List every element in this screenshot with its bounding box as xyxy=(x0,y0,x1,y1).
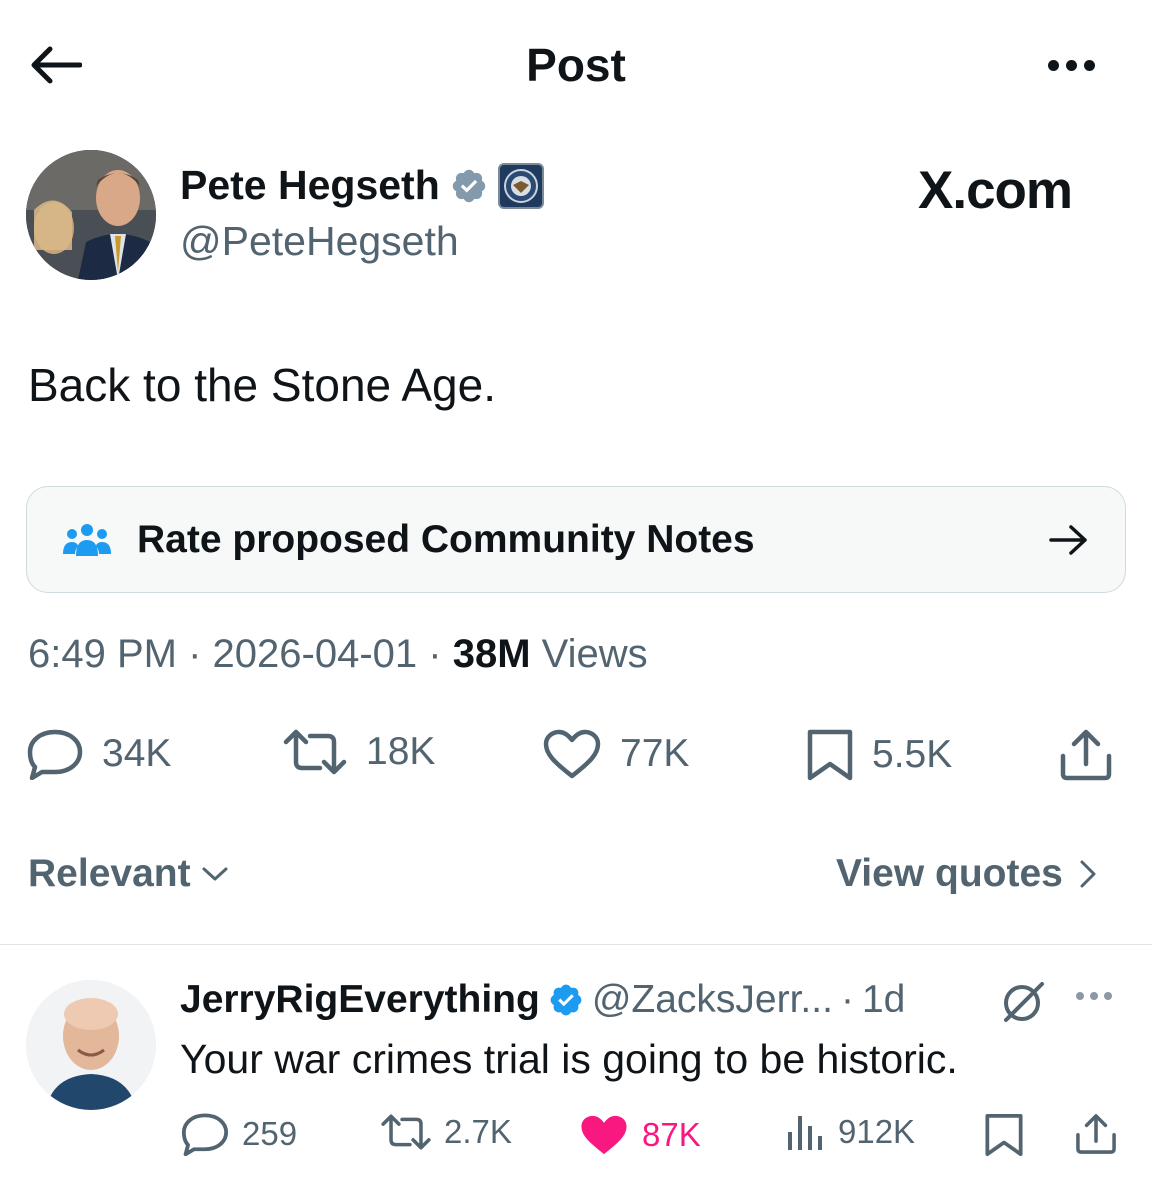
reply-like-count: 87K xyxy=(642,1116,701,1153)
like-count: 77K xyxy=(620,732,690,775)
view-quotes-label: View quotes xyxy=(836,852,1063,895)
reply-header: JerryRigEverything @ZacksJerr... · 1d xyxy=(180,978,906,1022)
sort-replies-dropdown[interactable]: Relevant xyxy=(28,852,229,896)
author-name-row: Pete Hegseth xyxy=(180,162,544,209)
reply-share-button[interactable] xyxy=(1074,1112,1118,1156)
reply-icon xyxy=(181,1113,229,1156)
bookmark-icon xyxy=(985,1113,1023,1157)
like-icon xyxy=(581,1115,627,1155)
grok-icon xyxy=(1004,982,1044,1022)
views-label: Views xyxy=(541,632,648,676)
author-name[interactable]: Pete Hegseth xyxy=(180,162,440,209)
bookmark-button[interactable]: 5.5K xyxy=(806,728,952,782)
post-text: Back to the Stone Age. xyxy=(28,359,496,411)
community-notes-button[interactable]: Rate proposed Community Notes xyxy=(26,486,1126,593)
view-quotes-link[interactable]: View quotes xyxy=(836,852,1097,896)
reply-icon xyxy=(27,729,83,780)
reply-button[interactable]: 34K xyxy=(26,728,171,780)
reply-author-name[interactable]: JerryRigEverything xyxy=(180,978,540,1022)
reply-avatar[interactable] xyxy=(26,980,156,1110)
post-meta: 6:49 PM · 2026-04-01 · 38M Views xyxy=(28,632,648,676)
like-button[interactable]: 77K xyxy=(542,728,689,780)
more-icon xyxy=(1047,59,1059,71)
verified-badge-icon xyxy=(550,984,582,1016)
reply-views-button[interactable]: 912K xyxy=(784,1112,915,1152)
repost-button[interactable]: 18K xyxy=(282,728,435,776)
bookmark-count: 5.5K xyxy=(872,733,953,776)
community-notes-label: Rate proposed Community Notes xyxy=(137,517,755,561)
like-icon xyxy=(543,729,601,779)
repost-icon xyxy=(283,729,347,775)
reply-reply-button[interactable]: 259 xyxy=(180,1112,297,1156)
page-title: Post xyxy=(526,39,626,91)
reply-views-count: 912K xyxy=(838,1113,916,1150)
repost-count: 18K xyxy=(366,730,436,773)
more-button[interactable] xyxy=(1036,50,1106,80)
post-date[interactable]: 2026-04-01 xyxy=(213,632,418,676)
reply-more-button[interactable] xyxy=(1076,992,1112,1000)
share-button[interactable] xyxy=(1058,728,1114,782)
chevron-right-icon xyxy=(1080,860,1096,888)
community-notes-icon xyxy=(63,523,111,556)
divider xyxy=(0,944,1152,945)
author-handle[interactable]: @PeteHegseth xyxy=(180,218,459,265)
reply-age[interactable]: 1d xyxy=(862,978,905,1022)
reply-author-handle[interactable]: @ZacksJerr... xyxy=(592,978,833,1022)
bookmark-icon xyxy=(807,729,853,781)
views-count: 38M xyxy=(452,632,531,676)
more-icon xyxy=(1076,992,1084,1000)
share-icon xyxy=(1076,1114,1116,1154)
verified-badge-icon xyxy=(452,169,485,202)
reply-bookmark-button[interactable] xyxy=(984,1112,1024,1158)
arrow-right-icon xyxy=(1049,524,1087,555)
reply-repost-button[interactable]: 2.7K xyxy=(380,1112,512,1152)
repost-icon xyxy=(381,1114,431,1150)
chevron-down-icon xyxy=(202,867,228,881)
reply-text: Your war crimes trial is going to be his… xyxy=(180,1036,958,1082)
affiliation-badge-icon[interactable] xyxy=(497,162,544,209)
reply-reply-count: 259 xyxy=(242,1115,298,1152)
share-icon xyxy=(1060,729,1112,781)
reply-like-button[interactable]: 87K xyxy=(578,1112,701,1158)
sort-label: Relevant xyxy=(28,852,191,895)
views-icon xyxy=(788,1116,822,1150)
watermark: X.com xyxy=(918,161,1073,220)
reply-repost-count: 2.7K xyxy=(444,1113,512,1150)
post-time[interactable]: 6:49 PM xyxy=(28,632,177,676)
grok-button[interactable] xyxy=(998,980,1048,1026)
author-avatar[interactable] xyxy=(26,150,156,280)
reply-count: 34K xyxy=(102,732,172,775)
